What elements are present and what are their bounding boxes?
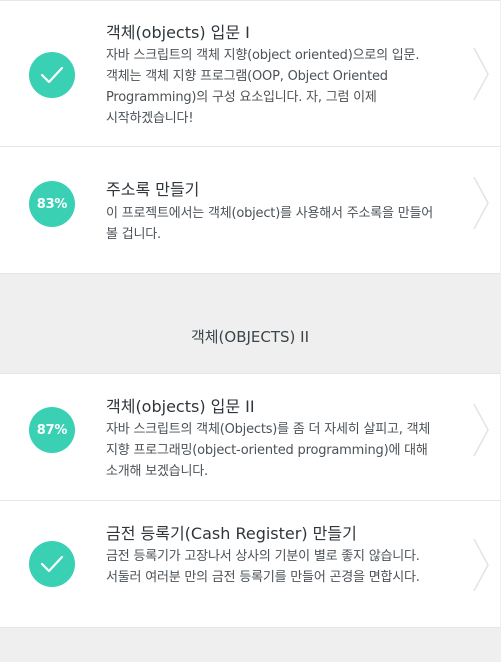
lesson-card-address-book[interactable]: 83% 주소록 만들기 이 프로젝트에서는 객체(object)를 사용해서 주…: [0, 146, 500, 274]
lesson-description: 금전 등록기가 고장나서 상사의 기분이 별로 좋지 않습니다. 서둘러 여러분…: [106, 549, 420, 585]
lesson-title: 객체(objects) 입문 I: [106, 23, 250, 42]
lesson-description: 이 프로젝트에서는 객체(object)를 사용해서 주소록을 만들어 볼 겁니…: [106, 206, 433, 242]
chevron-right-icon: [473, 403, 489, 457]
lesson-progress-badge: 83%: [29, 181, 75, 227]
lesson-progress-badge: 87%: [29, 407, 75, 453]
lesson-title: 금전 등록기(Cash Register) 만들기: [106, 524, 357, 543]
lesson-description: 자바 스크립트의 객체(Objects)를 좀 더 자세히 살피고, 객체 지향…: [106, 422, 431, 479]
lesson-card-objects-intro-1[interactable]: 객체(objects) 입문 I 자바 스크립트의 객체 지향(object o…: [0, 0, 500, 147]
checkmark-icon: [40, 555, 64, 573]
section-title: 객체(OBJECTS) II: [190, 328, 310, 346]
course-lesson-list: 객체(objects) 입문 I 자바 스크립트의 객체 지향(object o…: [0, 0, 501, 662]
lesson-completed-badge: [29, 52, 75, 98]
lesson-title: 주소록 만들기: [106, 180, 200, 199]
chevron-right-icon: [473, 176, 489, 230]
lesson-title: 객체(objects) 입문 II: [106, 397, 255, 416]
chevron-right-icon: [473, 538, 489, 592]
chevron-right-icon: [473, 47, 489, 101]
checkmark-icon: [40, 66, 64, 84]
lesson-description: 자바 스크립트의 객체 지향(object oriented)으로의 입문. 객…: [106, 48, 420, 126]
lesson-card-objects-intro-2[interactable]: 87% 객체(objects) 입문 II 자바 스크립트의 객체(Object…: [0, 373, 500, 501]
lesson-completed-badge: [29, 541, 75, 587]
lesson-card-cash-register[interactable]: 금전 등록기(Cash Register) 만들기 금전 등록기가 고장나서 상…: [0, 500, 500, 628]
